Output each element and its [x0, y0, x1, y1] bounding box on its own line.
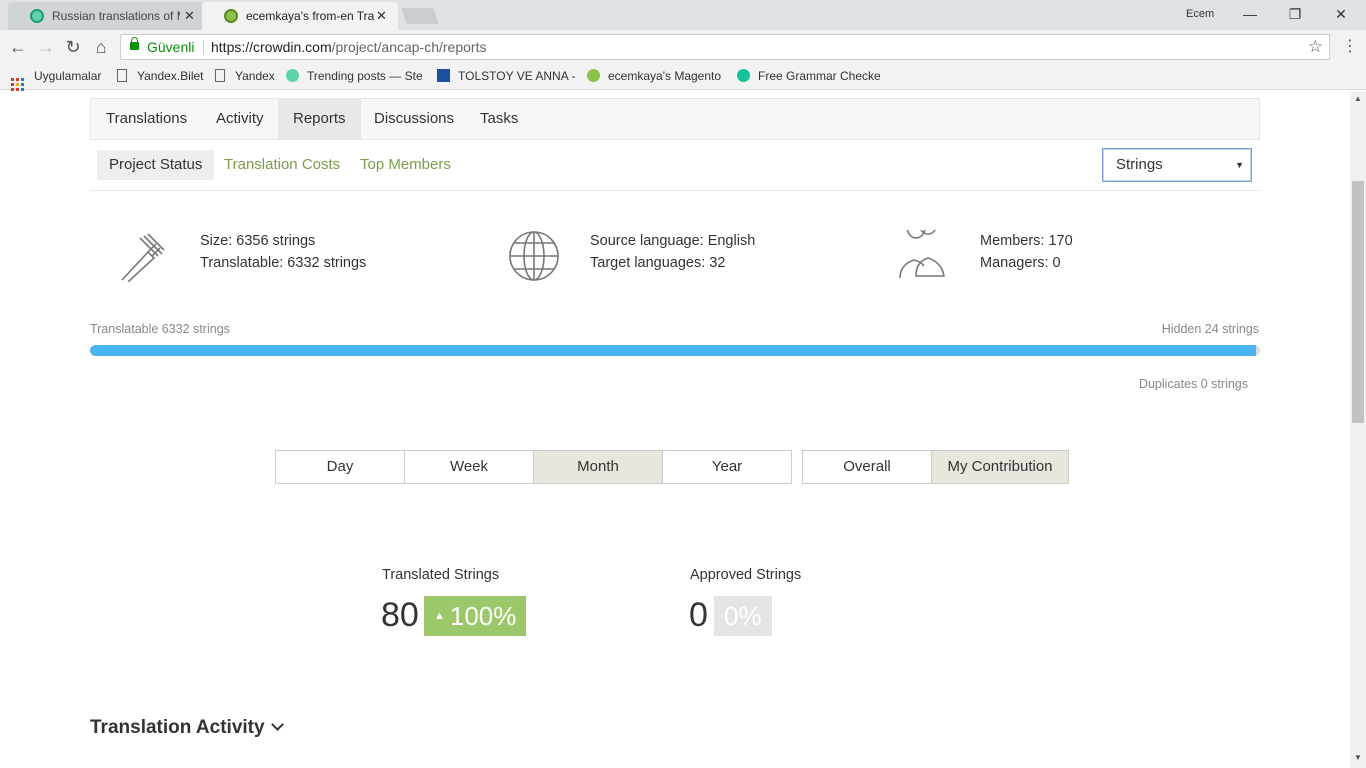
home-icon[interactable]: ⌂	[91, 37, 111, 57]
unit-select[interactable]: Strings ▼	[1102, 148, 1252, 182]
grammarly-icon	[737, 69, 750, 82]
tab-reports[interactable]: Reports	[278, 99, 361, 139]
page-icon	[117, 69, 127, 82]
tab-discussions[interactable]: Discussions	[359, 99, 469, 139]
bookmark-yandex-bilet[interactable]: Yandex.Bilet	[117, 69, 204, 83]
scroll-down-icon[interactable]: ▼	[1354, 753, 1362, 762]
duplicates-label: Duplicates 0 strings	[1138, 377, 1248, 391]
approved-change-value: 0%	[724, 601, 762, 631]
scope-button-group: Overall My Contribution	[802, 450, 1069, 484]
close-window-icon[interactable]: ✕	[1329, 4, 1353, 24]
tab-title: ecemkaya's from-en Tran	[246, 9, 374, 23]
scope-my-contribution-button[interactable]: My Contribution	[931, 450, 1069, 484]
browser-menu-icon[interactable]: ⋮	[1342, 36, 1358, 56]
bookmark-star-icon[interactable]: ☆	[1308, 37, 1323, 57]
bookmark-yandex[interactable]: Yandex	[215, 69, 275, 83]
globe-icon	[509, 231, 559, 281]
language-stats: Source language: English Target language…	[590, 230, 755, 274]
lock-icon	[130, 37, 139, 50]
source-language-text: Source language: English	[590, 233, 756, 249]
translation-activity-toggle[interactable]: Translation Activity	[90, 717, 284, 739]
restore-icon[interactable]: ❐	[1283, 4, 1307, 24]
approved-change-badge: 0%	[714, 596, 772, 636]
arrow-up-icon: ▲	[434, 610, 445, 622]
translated-change-value: 100%	[449, 601, 517, 631]
profile-name[interactable]: Ecem	[1186, 8, 1214, 20]
tab-top-members[interactable]: Top Members	[348, 150, 463, 180]
unit-select-value: Strings	[1116, 156, 1163, 173]
crowdin-favicon-icon	[224, 9, 238, 23]
period-year-button[interactable]: Year	[662, 450, 792, 484]
page-icon	[215, 69, 225, 82]
new-tab-button[interactable]	[401, 8, 439, 24]
bookmark-grammar[interactable]: Free Grammar Checke	[737, 69, 881, 83]
url-host: https://crowdin.com	[211, 39, 332, 55]
target-languages-text: Target languages: 32	[590, 255, 726, 271]
project-nav: Translations Activity Reports Discussion…	[90, 98, 1260, 140]
tab-strip: Russian translations of M ✕ ecemkaya's f…	[0, 0, 1366, 30]
minimize-icon[interactable]: —	[1238, 4, 1262, 24]
page-scrollbar[interactable]: ▲ ▼	[1350, 91, 1366, 768]
translated-strings-label: Translated Strings	[382, 567, 500, 583]
period-month-button[interactable]: Month	[533, 450, 663, 484]
url-path: /project/ancap-ch/reports	[331, 39, 487, 55]
forward-arrow-icon[interactable]: →	[36, 37, 56, 57]
tab-tasks[interactable]: Tasks	[465, 99, 533, 139]
browser-tab-russian-translations[interactable]: Russian translations of M ✕	[8, 2, 204, 30]
reload-icon[interactable]: ↻	[63, 37, 83, 57]
members-icon	[899, 230, 945, 279]
book-icon	[437, 69, 450, 82]
close-tab-icon[interactable]: ✕	[376, 8, 387, 24]
browser-tab-crowdin[interactable]: ecemkaya's from-en Tran ✕	[202, 2, 398, 30]
strings-progress-bar	[90, 345, 1260, 356]
members-text: Members: 170	[980, 233, 1073, 249]
browser-toolbar: ← → ↻ ⌂ Güvenli https://crowdin.com/proj…	[0, 30, 1366, 64]
bookmark-apps[interactable]: Uygulamalar	[11, 69, 101, 91]
separator	[203, 40, 204, 55]
reports-subnav: Project Status Translation Costs Top Mem…	[90, 140, 1260, 191]
bookmark-magento[interactable]: ecemkaya's Magento	[587, 69, 721, 83]
approved-strings-value: 0	[689, 596, 708, 634]
translatable-label: Translatable 6332 strings	[90, 322, 230, 336]
chevron-down-icon	[270, 718, 284, 731]
section-title: Translation Activity	[90, 717, 265, 738]
close-tab-icon[interactable]: ✕	[184, 8, 195, 24]
progress-fill	[90, 345, 1256, 356]
period-week-button[interactable]: Week	[404, 450, 534, 484]
steemit-favicon-icon	[30, 9, 44, 23]
back-arrow-icon[interactable]: ←	[8, 37, 28, 57]
approved-strings-label: Approved Strings	[690, 567, 802, 583]
tab-project-status[interactable]: Project Status	[97, 150, 215, 180]
managers-text: Managers: 0	[980, 255, 1061, 271]
tab-activity[interactable]: Activity	[201, 99, 279, 139]
address-bar[interactable]: Güvenli https://crowdin.com/project/anca…	[120, 34, 1330, 60]
period-day-button[interactable]: Day	[275, 450, 405, 484]
dropdown-arrow-icon: ▼	[1235, 160, 1244, 170]
apps-icon	[11, 78, 24, 91]
member-stats: Members: 170 Managers: 0	[980, 230, 1073, 274]
hidden-label: Hidden 24 strings	[1161, 322, 1259, 336]
crowdin-icon	[587, 69, 600, 82]
scope-overall-button[interactable]: Overall	[802, 450, 932, 484]
tab-translation-costs[interactable]: Translation Costs	[212, 150, 352, 180]
size-text: Size: 6356 strings	[200, 233, 316, 249]
bookmarks-bar: Uygulamalar Yandex.Bilet Yandex Trending…	[0, 64, 1366, 91]
translated-change-badge: ▲ 100%	[424, 596, 527, 636]
tab-title: Russian translations of M	[52, 9, 180, 23]
translatable-text: Translatable: 6332 strings	[200, 255, 367, 271]
page-content: Translations Activity Reports Discussion…	[0, 91, 1350, 768]
scroll-thumb[interactable]	[1352, 181, 1364, 423]
size-stats: Size: 6356 strings Translatable: 6332 st…	[200, 230, 366, 274]
url-text[interactable]: https://crowdin.com/project/ancap-ch/rep…	[211, 39, 486, 55]
caliper-icon	[121, 233, 165, 282]
secure-label: Güvenli	[147, 39, 195, 55]
scroll-up-icon[interactable]: ▲	[1354, 94, 1362, 103]
bookmark-steemit[interactable]: Trending posts — Ste	[286, 69, 423, 83]
translated-strings-value: 80	[381, 596, 419, 634]
steemit-icon	[286, 69, 299, 82]
bookmark-tolstoy[interactable]: TOLSTOY VE ANNA -	[437, 69, 575, 83]
period-button-group: Day Week Month Year	[275, 450, 792, 484]
tab-translations[interactable]: Translations	[91, 99, 202, 139]
